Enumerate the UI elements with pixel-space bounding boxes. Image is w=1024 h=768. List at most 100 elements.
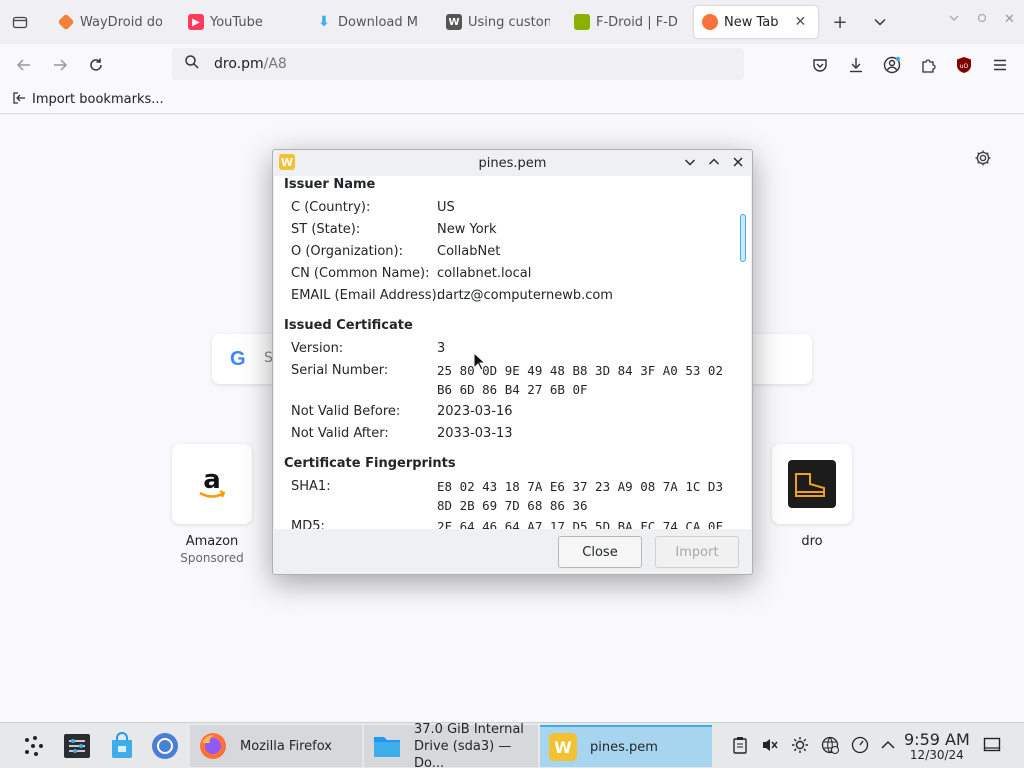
chromium-icon[interactable] xyxy=(150,731,180,761)
issuer-country-value: US xyxy=(437,200,455,215)
tab-waydroid[interactable]: WayDroid do xyxy=(50,6,170,38)
not-valid-after-value: 2033-03-13 xyxy=(437,426,513,441)
close-button[interactable]: Close xyxy=(558,536,642,568)
dro-site-icon xyxy=(772,444,852,524)
close-icon[interactable] xyxy=(729,153,747,171)
shortcut-tile-amazon[interactable]: a Amazon Sponsored xyxy=(172,444,252,565)
tab-title: Using custon xyxy=(468,14,550,30)
scrollbar-handle[interactable] xyxy=(740,214,746,262)
system-settings-icon[interactable] xyxy=(62,731,92,761)
forward-arrow-icon[interactable] xyxy=(48,53,72,77)
issuer-org-key: O (Organization): xyxy=(291,244,403,259)
minimize-window-icon[interactable] xyxy=(948,12,960,28)
sha1-key: SHA1: xyxy=(291,479,331,494)
version-key: Version: xyxy=(291,341,344,356)
not-valid-before-key: Not Valid Before: xyxy=(291,404,401,419)
fingerprints-heading: Certificate Fingerprints xyxy=(284,456,456,471)
serial-number-key: Serial Number: xyxy=(291,363,389,378)
maximize-chevron-icon[interactable] xyxy=(705,153,723,171)
dialog-titlebar[interactable]: W pines.pem xyxy=(273,150,752,176)
network-icon[interactable] xyxy=(820,735,840,755)
ublock-origin-icon[interactable]: uO xyxy=(952,53,976,77)
shortcut-tile-dro[interactable]: dro xyxy=(772,444,852,549)
close-tab-icon[interactable]: ✕ xyxy=(795,14,807,30)
tab-title: F-Droid | F-D xyxy=(596,14,678,30)
svg-text:W: W xyxy=(554,738,572,757)
search-icon xyxy=(184,54,200,74)
task-file-manager[interactable]: 37.0 GiB Internal Drive (sda3) — Do... xyxy=(364,722,538,768)
clock-date: 12/30/24 xyxy=(909,748,964,762)
issuer-cn-value: collabnet.local xyxy=(437,266,532,281)
account-icon[interactable] xyxy=(880,53,904,77)
sha1-line-1: E8 02 43 18 7A E6 37 23 A9 08 7A 1C D3 xyxy=(437,479,723,494)
tab-youtube[interactable]: ▶ YouTube xyxy=(180,6,300,38)
brightness-icon[interactable] xyxy=(790,735,810,755)
close-window-icon[interactable]: ✕ xyxy=(1004,12,1015,27)
clipboard-icon[interactable] xyxy=(730,735,750,755)
not-valid-before-value: 2023-03-16 xyxy=(437,404,513,419)
mouse-cursor-icon xyxy=(473,351,487,376)
pocket-icon[interactable] xyxy=(808,53,832,77)
show-desktop-icon[interactable] xyxy=(982,735,1002,755)
maximize-window-icon[interactable] xyxy=(976,12,988,28)
serial-number-line-2: B6 6D 86 B4 27 6B 0F xyxy=(437,382,588,397)
issued-certificate-heading: Issued Certificate xyxy=(284,318,413,333)
certificate-details[interactable]: Issuer Name C (Country): US ST (State): … xyxy=(274,176,751,529)
version-value: 3 xyxy=(437,341,446,356)
import-button[interactable]: Import xyxy=(655,536,739,568)
tab-fdroid[interactable]: F-Droid | F-D xyxy=(566,6,686,38)
tab-using-custom[interactable]: W Using custon xyxy=(438,6,558,38)
issuer-email-key: EMAIL (Email Address): xyxy=(291,288,442,303)
new-tab-button[interactable]: + xyxy=(828,10,852,34)
amazon-logo-icon: a xyxy=(172,444,252,524)
tile-label: Amazon xyxy=(185,534,239,549)
reload-icon[interactable] xyxy=(84,53,108,77)
not-valid-after-key: Not Valid After: xyxy=(291,426,389,441)
tab-title: YouTube xyxy=(210,14,263,30)
issuer-country-key: C (Country): xyxy=(291,200,371,215)
tab-bar: WayDroid do ▶ YouTube ⬇ Download M W Usi… xyxy=(0,0,1024,44)
url-path: /A8 xyxy=(263,56,287,72)
url-bar[interactable]: dro.pm/A8 xyxy=(172,48,744,80)
issuer-email-value: dartz@computernewb.com xyxy=(437,288,613,303)
power-profile-icon[interactable] xyxy=(850,735,870,755)
w-app-icon: W xyxy=(446,14,462,30)
downloads-icon[interactable] xyxy=(844,53,868,77)
issuer-name-heading: Issuer Name xyxy=(284,177,376,192)
tab-title: WayDroid do xyxy=(80,14,162,30)
nav-bar: dro.pm/A8 uO xyxy=(0,44,1024,86)
task-label: pines.pem xyxy=(590,739,658,755)
tab-download[interactable]: ⬇ Download M xyxy=(308,6,428,38)
task-pines-pem[interactable]: W pines.pem xyxy=(540,725,712,767)
youtube-icon: ▶ xyxy=(188,14,204,30)
tile-label: dro xyxy=(801,534,823,549)
url-text: dro.pm/A8 xyxy=(214,56,287,72)
sponsored-label: Sponsored xyxy=(180,551,244,565)
gear-icon[interactable] xyxy=(972,147,994,169)
task-firefox[interactable]: Mozilla Firefox xyxy=(190,725,362,767)
bookmarks-toolbar: Import bookmarks... xyxy=(0,86,1024,114)
import-icon xyxy=(12,91,26,108)
issuer-org-value: CollabNet xyxy=(437,244,501,259)
sha1-line-2: 8D 2B 69 7D 68 86 36 xyxy=(437,498,588,513)
extensions-icon[interactable] xyxy=(916,53,940,77)
volume-muted-icon[interactable] xyxy=(760,735,780,755)
tab-overview-icon[interactable] xyxy=(0,0,40,44)
import-bookmarks-link[interactable]: Import bookmarks... xyxy=(32,92,164,107)
tab-title: New Tab xyxy=(724,14,779,30)
svg-text:a: a xyxy=(203,465,221,495)
minimize-chevron-icon[interactable] xyxy=(681,153,699,171)
taskbar: Mozilla Firefox 37.0 GiB Internal Drive … xyxy=(0,722,1024,768)
back-arrow-icon[interactable] xyxy=(12,53,36,77)
google-logo-icon: G xyxy=(230,348,246,370)
show-hidden-icons-chevron-icon[interactable] xyxy=(878,735,898,755)
hamburger-menu-icon[interactable] xyxy=(988,53,1012,77)
tab-title: Download M xyxy=(338,14,418,30)
discover-store-icon[interactable] xyxy=(107,731,137,761)
issuer-state-key: ST (State): xyxy=(291,222,361,237)
tab-new-tab[interactable]: New Tab ✕ xyxy=(694,6,818,38)
app-launcher-icon[interactable] xyxy=(18,731,48,761)
clock[interactable]: 9:59 AM 12/30/24 xyxy=(904,731,970,762)
w-app-icon: W xyxy=(548,732,578,762)
list-tabs-chevron-icon[interactable] xyxy=(868,10,892,34)
